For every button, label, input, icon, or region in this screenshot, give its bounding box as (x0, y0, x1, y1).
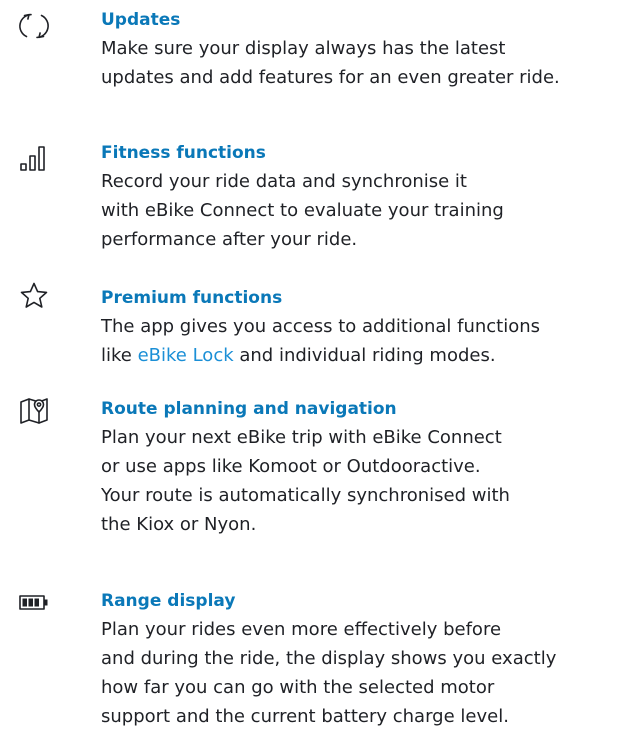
feature-title: Range display (101, 591, 236, 611)
star-icon (18, 280, 50, 312)
feature-title: Route planning and navigation (101, 399, 397, 419)
refresh-icon (18, 10, 50, 42)
feature-description: The app gives you access to additional f… (101, 316, 541, 366)
feature-title: Premium functions (101, 288, 283, 308)
feature-description: Record your ride data and synchronise it… (101, 171, 504, 250)
battery-icon (18, 587, 50, 619)
feature-description: Make sure your display always has the la… (101, 38, 560, 88)
signal-bars-icon (18, 142, 50, 174)
feature-description: Plan your rides even more effectively be… (101, 619, 557, 727)
feature-title: Fitness functions (101, 143, 266, 163)
feature-title: Updates (101, 10, 181, 30)
feature-description: Plan your next eBike trip with eBike Con… (101, 427, 510, 535)
map-pin-icon (18, 395, 50, 427)
ebike-lock-link[interactable]: eBike Lock (138, 345, 234, 366)
